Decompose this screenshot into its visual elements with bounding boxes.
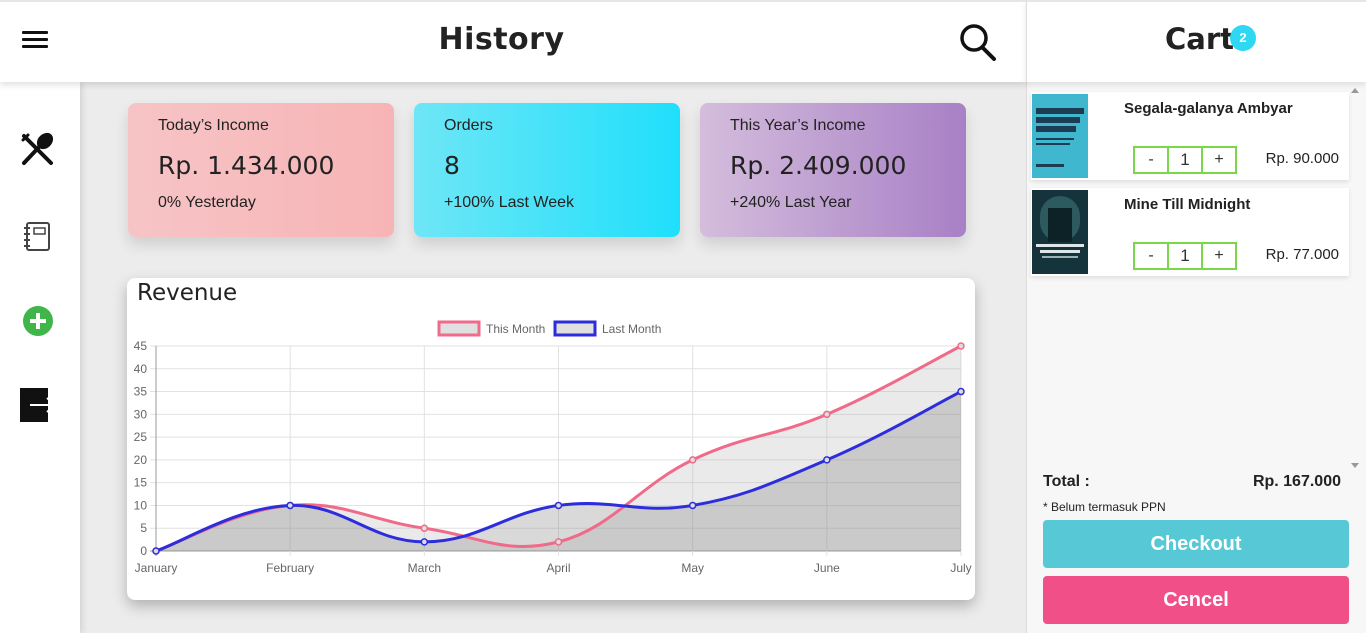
data-point	[688, 456, 697, 464]
y-tick-label: 10	[134, 498, 148, 512]
revenue-chart: 0 5 10 15 20 25 30 35 40 45 January February March Ap…	[134, 320, 972, 575]
cart-item: Mine Till Midnight - 1 + Rp. 77.000	[1031, 188, 1349, 276]
data-point	[823, 456, 831, 464]
search-icon[interactable]	[958, 22, 998, 64]
chart-title: Revenue	[137, 280, 238, 306]
legend-swatch	[553, 320, 597, 337]
quantity-input[interactable]: 1	[1167, 244, 1203, 268]
y-tick-label: 25	[134, 430, 148, 444]
quantity-stepper: - 1 +	[1133, 146, 1237, 174]
logout-icon[interactable]	[18, 385, 58, 425]
quantity-stepper: - 1 +	[1133, 242, 1237, 270]
total-value: Rp. 167.000	[1252, 473, 1341, 490]
cart-item-price: Rp. 90.000	[1265, 150, 1339, 167]
data-point	[823, 410, 831, 419]
data-point	[152, 547, 160, 555]
data-point	[554, 501, 563, 510]
data-point	[957, 387, 965, 396]
today-income-card: Today’s Income Rp. 1.434.000 0% Yesterda…	[128, 103, 394, 237]
add-circle-icon[interactable]	[18, 301, 58, 341]
notebook-icon[interactable]	[18, 217, 58, 257]
x-tick-label: July	[950, 561, 971, 575]
stat-value: Rp. 2.409.000	[730, 151, 907, 180]
increase-button[interactable]: +	[1203, 148, 1235, 172]
app-window: History Cart 2 Today’s Income Rp. 1.434.…	[0, 0, 1366, 633]
legend-label: This Month	[486, 322, 545, 336]
total-label: Total :	[1043, 473, 1090, 490]
x-tick-label: March	[408, 561, 441, 575]
x-tick-label: June	[814, 561, 840, 575]
y-tick-label: 20	[134, 453, 148, 467]
revenue-chart-card: 0 5 10 15 20 25 30 35 40 45 January February March Ap…	[127, 278, 975, 600]
stat-comparison: +240% Last Year	[730, 194, 852, 211]
x-tick-label: February	[266, 561, 314, 575]
quantity-input[interactable]: 1	[1167, 148, 1203, 172]
data-point	[688, 501, 697, 510]
stat-value: Rp. 1.434.000	[158, 151, 335, 180]
stat-label: Orders	[444, 117, 493, 134]
orders-card: Orders 8 +100% Last Week	[414, 103, 680, 237]
y-tick-label: 15	[134, 476, 148, 490]
cancel-button[interactable]: Cencel	[1043, 576, 1349, 624]
decrease-button[interactable]: -	[1135, 244, 1167, 268]
scroll-up-arrow-icon[interactable]	[1351, 88, 1359, 93]
cart-list: Segala-galanya Ambyar - 1 + Rp. 90.000 M…	[1027, 82, 1366, 470]
book-cover-image	[1032, 190, 1088, 274]
stat-comparison: 0% Yesterday	[158, 194, 256, 211]
y-tick-label: 40	[134, 362, 148, 376]
x-tick-label: April	[546, 561, 570, 575]
cart-item-name: Mine Till Midnight	[1124, 196, 1251, 213]
cart-title: Cart	[1165, 22, 1235, 56]
legend-label: Last Month	[602, 322, 661, 336]
main-content: Today’s Income Rp. 1.434.000 0% Yesterda…	[80, 82, 1026, 633]
decrease-button[interactable]: -	[1135, 148, 1167, 172]
y-tick-label: 0	[140, 544, 147, 558]
cart-count-badge: 2	[1230, 25, 1256, 51]
x-tick-label: May	[681, 561, 704, 575]
stat-label: This Year’s Income	[730, 117, 866, 134]
stat-value: 8	[444, 151, 460, 180]
y-tick-label: 45	[134, 339, 148, 353]
increase-button[interactable]: +	[1203, 244, 1235, 268]
data-point	[420, 524, 429, 532]
cart-scrollbar[interactable]	[1348, 86, 1362, 470]
stat-comparison: +100% Last Week	[444, 194, 575, 211]
sidebar	[0, 82, 80, 633]
cart-item-price: Rp. 77.000	[1265, 246, 1339, 263]
cart-item-name: Segala-galanya Ambyar	[1124, 100, 1293, 117]
year-income-card: This Year’s Income Rp. 2.409.000 +240% L…	[700, 103, 966, 237]
cart-item: Segala-galanya Ambyar - 1 + Rp. 90.000	[1031, 92, 1349, 180]
data-point	[554, 538, 563, 546]
cart-header: Cart	[1026, 0, 1366, 82]
x-tick-label: January	[135, 561, 178, 575]
y-tick-label: 5	[140, 521, 147, 535]
data-point	[957, 342, 965, 350]
fork-spoon-icon[interactable]	[18, 130, 58, 170]
tax-note: * Belum termasuk PPN	[1043, 500, 1166, 514]
y-tick-label: 30	[134, 407, 148, 421]
checkout-button[interactable]: Checkout	[1043, 520, 1349, 568]
book-cover-image	[1032, 94, 1088, 178]
stat-label: Today’s Income	[158, 117, 269, 134]
legend-swatch	[437, 320, 481, 337]
y-tick-label: 35	[134, 385, 148, 399]
top-bar: History	[0, 0, 1026, 82]
scroll-down-arrow-icon[interactable]	[1351, 463, 1359, 468]
page-title: History	[438, 22, 565, 57]
data-point	[420, 538, 429, 546]
data-point	[286, 501, 294, 510]
